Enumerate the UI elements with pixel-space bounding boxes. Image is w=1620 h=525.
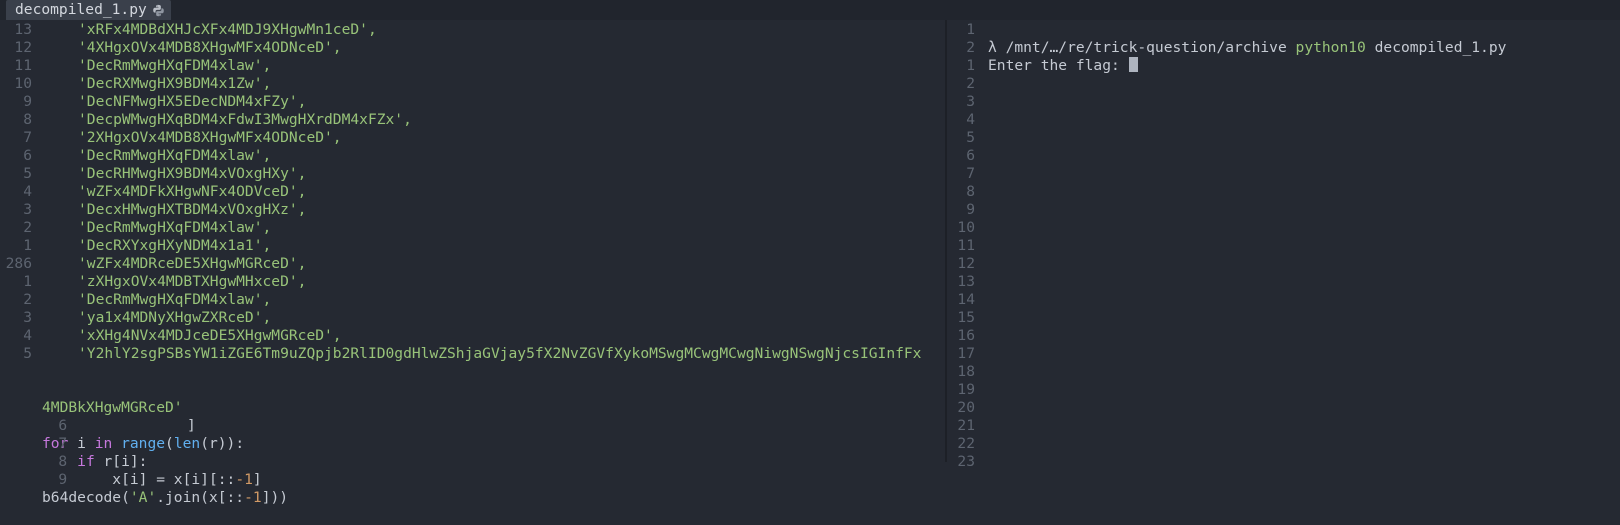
line-number: 1	[23, 273, 32, 290]
string-literal: '2XHgxOVx4MDB8XHgwMFx4ODNceD',	[78, 129, 342, 146]
line-number: 10	[957, 219, 975, 236]
string-literal: 'wZFx4MDRceDE5XHgwMGRceD',	[78, 255, 307, 272]
code-line: 8 x[i] = x[i][::-1]	[0, 435, 945, 488]
line-number: 13	[957, 273, 975, 290]
string-literal: 'DecRXYxgHXyNDM4x1a1',	[78, 237, 272, 254]
line-number: 20	[957, 399, 975, 416]
code-line: 2 'DecRmMwgHXqFDM4xlaw',	[0, 219, 945, 237]
code-line: 4 'wZFx4MDFkXHgwNFx4ODVceD',	[0, 183, 945, 201]
line-number: 5	[966, 129, 975, 146]
line-number: 8	[23, 111, 32, 128]
string-literal: 'DecRmMwgHXqFDM4xlaw',	[78, 219, 272, 236]
line-number: 19	[957, 381, 975, 398]
code-line: 7 '2XHgxOVx4MDB8XHgwMFx4ODNceD',	[0, 129, 945, 147]
line-number: 15	[957, 309, 975, 326]
string-literal: 'DecRmMwgHXqFDM4xlaw',	[78, 147, 272, 164]
string-literal: 'xRFx4MDBdXHJcXFx4MDJ9XHgwMn1ceD',	[78, 21, 377, 38]
code-line: 9 'DecNFMwgHX5EDecNDM4xFZy',	[0, 93, 945, 111]
line-number: 3	[23, 309, 32, 326]
line-number: 9	[23, 93, 32, 110]
code-line: 6 for i in range(len(r)):	[0, 399, 945, 452]
line-number: 8	[966, 183, 975, 200]
code-line: 4MDBkXHgwMGRceD' ]	[0, 381, 196, 434]
string-literal: 'DecxHMwgHXTBDM4xVOxgHXz',	[78, 201, 307, 218]
line-number: 4	[966, 111, 975, 128]
code-line: 3 'ya1x4MDNyXHgwZXRceD',	[0, 309, 945, 327]
pane-divider[interactable]	[945, 20, 947, 462]
line-number: 3	[966, 93, 975, 110]
line-number: 18	[957, 363, 975, 380]
code-line: 8 'DecpWMwgHXqBDM4xFdwI3MwgHXrdDM4xFZx',	[0, 111, 945, 129]
line-number: 5	[23, 165, 32, 182]
text-cursor	[1128, 57, 1138, 72]
line-number: 12	[957, 255, 975, 272]
line-number: 9	[966, 201, 975, 218]
line-number: 3	[23, 201, 32, 218]
tab-bar: decompiled_1.py	[0, 0, 1620, 20]
code-line: 10 'DecRXMwgHX9BDM4x1Zw',	[0, 75, 945, 93]
line-number: 21	[957, 417, 975, 434]
tab-label: decompiled_1.py	[15, 1, 147, 18]
code-line: 1 'DecRXYxgHXyNDM4x1a1',	[0, 237, 945, 255]
code-line: 5 'DecRHMwgHX9BDM4xVOxgHXy',	[0, 165, 945, 183]
string-literal: 'DecRHMwgHX9BDM4xVOxgHXy',	[78, 165, 307, 182]
string-literal: 'Y2hlY2sgPSBsYW1iZGE6Tm9uZQpjb2RlID0gdHl…	[78, 345, 922, 362]
line-number: 2	[23, 291, 32, 308]
line-number: 9	[58, 471, 68, 488]
terminal-line: λ /mnt/…/re/trick-question/archive pytho…	[948, 21, 1620, 56]
code-line: 4 'xXHg4NVx4MDJceDE5XHgwMGRceD',	[0, 327, 945, 345]
code-line: 286 'wZFx4MDRceDE5XHgwMGRceD',	[0, 255, 945, 273]
line-number: 2	[23, 219, 32, 236]
line-number: 11	[957, 237, 975, 254]
string-literal: 'DecRmMwgHXqFDM4xlaw',	[78, 57, 272, 74]
line-number: 17	[957, 345, 975, 362]
line-number: 4	[23, 327, 32, 344]
line-number: 11	[14, 57, 32, 74]
code-line: 3 'DecxHMwgHXTBDM4xVOxgHXz',	[0, 201, 945, 219]
line-number: 4	[23, 183, 32, 200]
line-number: 22	[957, 435, 975, 452]
string-literal: '4XHgxOVx4MDB8XHgwMFx4ODNceD',	[78, 39, 342, 56]
line-number: 286	[5, 255, 32, 272]
line-number: 7	[23, 129, 32, 146]
line-number: 10	[14, 75, 32, 92]
string-literal: 'DecNFMwgHX5EDecNDM4xFZy',	[78, 93, 307, 110]
python-icon	[153, 4, 164, 16]
line-number: 12	[14, 39, 32, 56]
string-literal: 'ya1x4MDNyXHgwZXRceD',	[78, 309, 272, 326]
line-number: 16	[957, 327, 975, 344]
code-line: 11 'DecRmMwgHXqFDM4xlaw',	[0, 57, 945, 75]
line-number: 6	[23, 147, 32, 164]
string-literal: 'DecpWMwgHXqBDM4xFdwI3MwgHXrdDM4xFZx',	[78, 111, 412, 128]
code-text: b64decode('A'.join(x[::-1]))	[42, 489, 289, 506]
string-literal: 'DecRXMwgHX9BDM4x1Zw',	[78, 75, 272, 92]
terminal-line[interactable]: Enter the flag:	[948, 39, 1620, 74]
terminal-input[interactable]: Enter the flag:	[988, 57, 1138, 75]
line-number: 5	[23, 345, 32, 362]
line-number: 6	[966, 147, 975, 164]
line-number: 13	[14, 21, 32, 38]
code-line: 1 'zXHgxOVx4MDBTXHgwMHxceD',	[0, 273, 945, 291]
file-tab[interactable]: decompiled_1.py	[6, 0, 171, 20]
line-number: 14	[957, 291, 975, 308]
code-line: 13 'xRFx4MDBdXHJcXFx4MDJ9XHgwMn1ceD',	[0, 21, 945, 39]
string-literal: 'wZFx4MDFkXHgwNFx4ODVceD',	[78, 183, 307, 200]
code-line: 7 if r[i]:	[0, 417, 945, 470]
line-number: 7	[966, 165, 975, 182]
code-line: 2 'DecRmMwgHXqFDM4xlaw',	[0, 291, 945, 309]
code-line: 6 'DecRmMwgHXqFDM4xlaw',	[0, 147, 945, 165]
string-literal: 'zXHgxOVx4MDBTXHgwMHxceD',	[78, 273, 307, 290]
code-line: 12 '4XHgxOVx4MDB8XHgwMFx4ODNceD',	[0, 39, 945, 57]
string-literal: 'xXHg4NVx4MDJceDE5XHgwMGRceD',	[78, 327, 342, 344]
code-text: x[i] = x[i][::-1]	[112, 471, 262, 488]
code-line: 9 b64decode('A'.join(x[::-1]))	[0, 453, 945, 506]
line-number: 23	[957, 453, 975, 470]
code-line: 5 'Y2hlY2sgPSBsYW1iZGE6Tm9uZQpjb2RlID0gdH…	[0, 345, 945, 363]
string-literal: 'DecRmMwgHXqFDM4xlaw',	[78, 291, 272, 308]
line-number: 1	[23, 237, 32, 254]
